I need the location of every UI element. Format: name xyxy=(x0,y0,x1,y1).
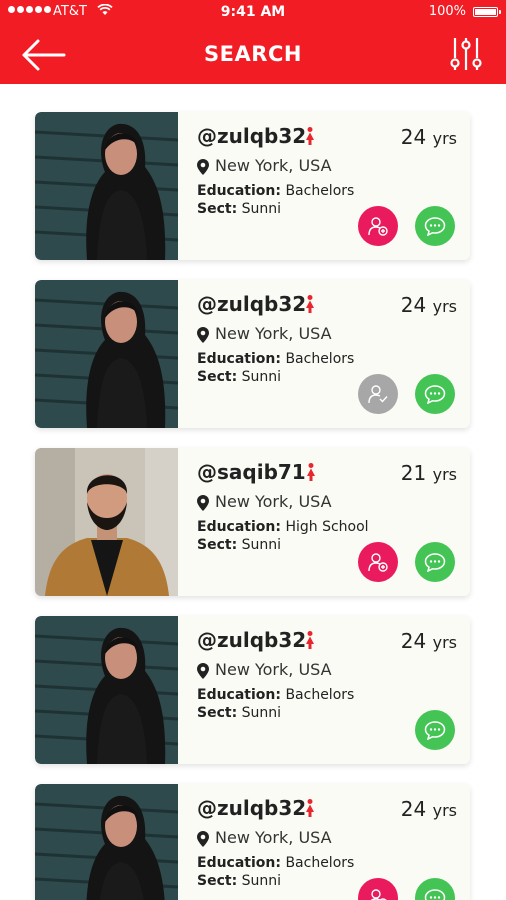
username[interactable]: @zulqb32 xyxy=(197,292,306,316)
education-row: Education: Bachelors xyxy=(197,855,355,871)
add-friend-button[interactable] xyxy=(358,206,398,246)
location: New York, USA xyxy=(215,660,332,679)
profile-photo xyxy=(35,784,178,900)
add-friend-button[interactable] xyxy=(358,878,398,900)
profile-photo xyxy=(35,280,178,428)
app-header: AT&T 9:41 AM 100% SEARCH xyxy=(0,0,506,84)
location-pin-icon xyxy=(197,663,209,679)
sect-row: Sect: Sunni xyxy=(197,201,282,217)
profile-photo xyxy=(35,448,178,596)
chat-bubble-icon xyxy=(424,217,446,236)
status-bar: AT&T 9:41 AM 100% xyxy=(0,0,506,24)
education-row: Education: Bachelors xyxy=(197,687,355,703)
chat-button[interactable] xyxy=(415,374,455,414)
age: 24 yrs xyxy=(400,125,457,149)
age: 21 yrs xyxy=(400,461,457,485)
location-pin-icon xyxy=(197,831,209,847)
chat-bubble-icon xyxy=(424,385,446,404)
education-row: Education: Bachelors xyxy=(197,183,355,199)
username[interactable]: @zulqb32 xyxy=(197,124,306,148)
female-icon xyxy=(306,127,314,145)
sect-row: Sect: Sunni xyxy=(197,369,282,385)
age: 24 yrs xyxy=(400,797,457,821)
location: New York, USA xyxy=(215,324,332,343)
profile-photo xyxy=(35,616,178,764)
profile-photo xyxy=(35,112,178,260)
page-title: SEARCH xyxy=(204,42,302,66)
profile-card[interactable]: @saqib71 21 yrs New York, USA Education:… xyxy=(35,448,470,596)
add-user-icon xyxy=(370,889,387,900)
username[interactable]: @zulqb32 xyxy=(197,628,306,652)
profile-card[interactable]: @zulqb32 24 yrs New York, USA Education:… xyxy=(35,112,470,260)
profile-card[interactable]: @zulqb32 24 yrs New York, USA Education:… xyxy=(35,280,470,428)
female-icon xyxy=(306,631,314,649)
sect-row: Sect: Sunni xyxy=(197,537,282,553)
female-icon xyxy=(306,799,314,817)
location-pin-icon xyxy=(197,327,209,343)
chat-bubble-icon xyxy=(424,889,446,900)
username[interactable]: @saqib71 xyxy=(197,460,306,484)
add-friend-button[interactable] xyxy=(358,542,398,582)
username[interactable]: @zulqb32 xyxy=(197,796,306,820)
location-pin-icon xyxy=(197,159,209,175)
sliders-icon[interactable] xyxy=(448,36,484,72)
chat-bubble-icon xyxy=(424,721,446,740)
location: New York, USA xyxy=(215,492,332,511)
add-user-icon xyxy=(368,553,388,572)
add-user-icon xyxy=(368,217,388,236)
location: New York, USA xyxy=(215,156,332,175)
age: 24 yrs xyxy=(400,629,457,653)
education-row: Education: High School xyxy=(197,519,369,535)
battery-icon xyxy=(473,7,501,17)
profile-card[interactable]: @zulqb32 24 yrs New York, USA Education:… xyxy=(35,784,470,900)
chat-bubble-icon xyxy=(424,553,446,572)
female-icon xyxy=(307,463,315,481)
sect-row: Sect: Sunni xyxy=(197,873,282,889)
chat-button[interactable] xyxy=(415,878,455,900)
chat-button[interactable] xyxy=(415,206,455,246)
battery-percent: 100% xyxy=(428,4,466,19)
request-sent-button[interactable] xyxy=(358,374,398,414)
location: New York, USA xyxy=(215,828,332,847)
female-icon xyxy=(306,295,314,313)
sect-row: Sect: Sunni xyxy=(197,705,282,721)
search-results-list[interactable]: @zulqb32 24 yrs New York, USA Education:… xyxy=(0,84,506,900)
location-pin-icon xyxy=(197,495,209,511)
profile-card[interactable]: @zulqb32 24 yrs New York, USA Education:… xyxy=(35,616,470,764)
chat-button[interactable] xyxy=(415,710,455,750)
user-check-icon xyxy=(368,385,388,404)
chat-button[interactable] xyxy=(415,542,455,582)
education-row: Education: Bachelors xyxy=(197,351,355,367)
age: 24 yrs xyxy=(400,293,457,317)
